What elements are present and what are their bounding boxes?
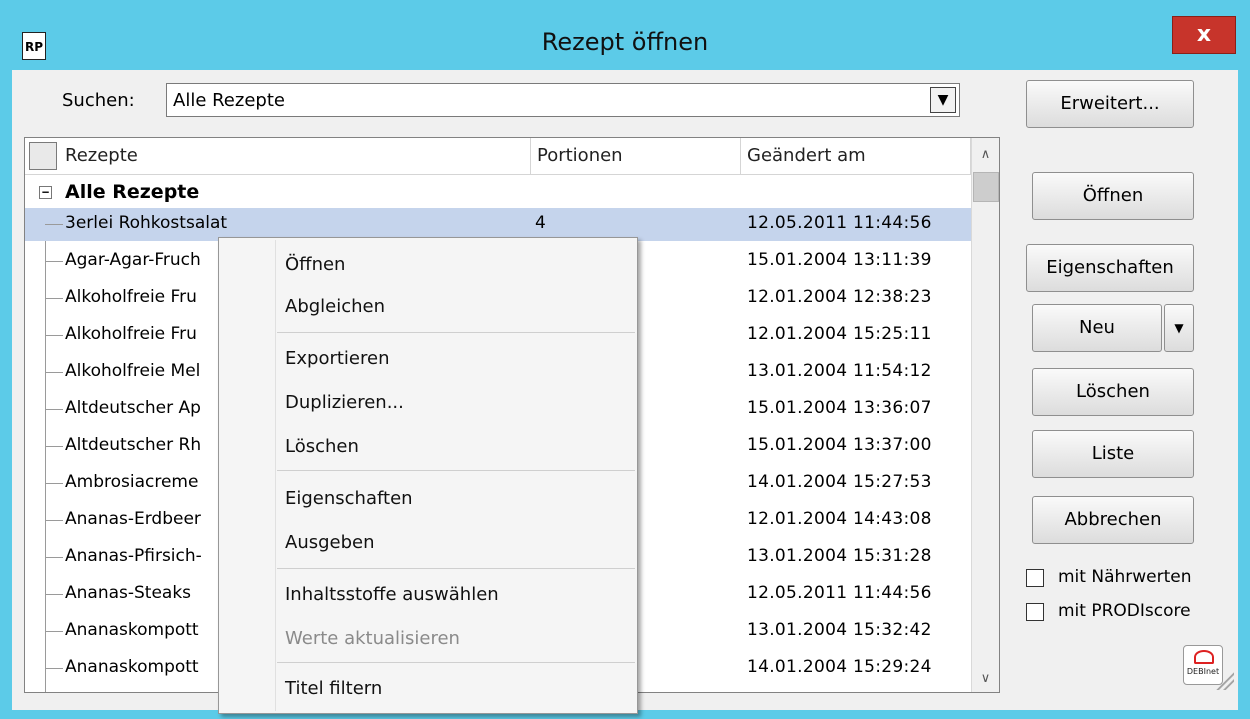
recipe-name: Ambrosiacreme bbox=[65, 472, 199, 492]
column-portions[interactable]: Portionen bbox=[531, 138, 741, 174]
scroll-down-icon[interactable]: ∨ bbox=[972, 666, 999, 692]
delete-button[interactable]: Löschen bbox=[1032, 368, 1194, 416]
recipe-name: Alkoholfreie Mel bbox=[65, 361, 201, 381]
tree-branch bbox=[45, 372, 63, 373]
recipe-portions: 4 bbox=[535, 213, 546, 233]
search-value: Alle Rezepte bbox=[173, 90, 285, 111]
tree-branch bbox=[45, 224, 63, 225]
tree-branch bbox=[45, 520, 63, 521]
prodiscore-checkbox[interactable] bbox=[1026, 603, 1044, 621]
recipe-changed: 12.01.2004 15:25:11 bbox=[747, 324, 932, 344]
search-label: Suchen: bbox=[62, 90, 135, 111]
title-bar[interactable]: RP Rezept öffnen x bbox=[0, 8, 1250, 70]
recipe-changed: 14.01.2004 15:29:24 bbox=[747, 657, 932, 677]
recipe-changed: 14.01.2004 15:27:53 bbox=[747, 472, 932, 492]
menu-item-duplicate[interactable]: Duplizieren... bbox=[285, 392, 404, 413]
tree-branch bbox=[45, 557, 63, 558]
select-all-checkbox[interactable] bbox=[29, 142, 57, 170]
recipe-name: Altdeutscher Ap bbox=[65, 398, 201, 418]
recipe-name: Ananas-Pfirsich- bbox=[65, 546, 202, 566]
recipe-changed: 15.01.2004 13:36:07 bbox=[747, 398, 932, 418]
chevron-down-icon: ▼ bbox=[1174, 321, 1184, 335]
properties-button[interactable]: Eigenschaften bbox=[1026, 244, 1194, 292]
nutrients-label: mit Nährwerten bbox=[1058, 567, 1192, 587]
menu-item-delete[interactable]: Löschen bbox=[285, 436, 359, 457]
tree-branch bbox=[45, 409, 63, 410]
tree-branch bbox=[45, 446, 63, 447]
group-row[interactable]: − Alle Rezepte bbox=[25, 178, 971, 208]
search-combobox[interactable]: Alle Rezepte ▼ bbox=[166, 83, 960, 117]
resize-grip[interactable] bbox=[1214, 670, 1234, 690]
new-button[interactable]: Neu bbox=[1032, 304, 1162, 352]
prodiscore-label: mit PRODIscore bbox=[1058, 601, 1191, 621]
collapse-icon[interactable]: − bbox=[39, 186, 52, 199]
recipe-name: Altdeutscher Rh bbox=[65, 435, 202, 455]
list-header: Rezepte Portionen Geändert am bbox=[25, 138, 971, 175]
recipe-name: Ananaskompott bbox=[65, 657, 199, 677]
menu-item-output[interactable]: Ausgeben bbox=[285, 532, 375, 553]
list-button[interactable]: Liste bbox=[1032, 430, 1194, 478]
recipe-changed: 15.01.2004 13:37:00 bbox=[747, 435, 932, 455]
recipe-changed: 12.05.2011 11:44:56 bbox=[747, 583, 932, 603]
recipe-name: Ananas-Steaks bbox=[65, 583, 192, 603]
recipe-changed: 15.01.2004 13:11:39 bbox=[747, 250, 932, 270]
recipe-changed: 13.01.2004 15:31:28 bbox=[747, 546, 932, 566]
context-menu: Öffnen Abgleichen Exportieren Dupliziere… bbox=[218, 237, 638, 714]
menu-separator bbox=[277, 470, 635, 471]
menu-gutter bbox=[275, 240, 276, 711]
tree-branch bbox=[45, 594, 63, 595]
menu-separator bbox=[277, 332, 635, 333]
new-dropdown-button[interactable]: ▼ bbox=[1164, 304, 1194, 352]
tree-branch bbox=[45, 261, 63, 262]
nutrients-checkbox[interactable] bbox=[1026, 569, 1044, 587]
tree-branch bbox=[45, 298, 63, 299]
vertical-scrollbar[interactable]: ∧ ∨ bbox=[971, 138, 999, 692]
menu-item-open[interactable]: Öffnen bbox=[285, 254, 345, 275]
menu-item-export[interactable]: Exportieren bbox=[285, 348, 389, 369]
column-recipes[interactable]: Rezepte bbox=[59, 138, 531, 174]
recipe-name: 3erlei Rohkostsalat bbox=[65, 213, 228, 233]
tree-branch bbox=[45, 631, 63, 632]
menu-item-reconcile[interactable]: Abgleichen bbox=[285, 296, 385, 317]
tree-branch bbox=[45, 483, 63, 484]
cancel-button[interactable]: Abbrechen bbox=[1032, 496, 1194, 544]
recipe-name: Agar-Agar-Fruch bbox=[65, 250, 201, 270]
group-label: Alle Rezepte bbox=[65, 181, 200, 203]
menu-item-select-ingredients[interactable]: Inhaltsstoffe auswählen bbox=[285, 584, 499, 605]
recipe-name: Ananaskompott bbox=[65, 620, 199, 640]
window-title: Rezept öffnen bbox=[541, 28, 709, 56]
tree-branch bbox=[45, 335, 63, 336]
menu-separator bbox=[277, 568, 635, 569]
menu-item-update-values: Werte aktualisieren bbox=[285, 628, 460, 649]
recipe-name: Ananas-Erdbeer bbox=[65, 509, 201, 529]
recipe-changed: 13.01.2004 11:54:12 bbox=[747, 361, 932, 381]
menu-item-filter-titles[interactable]: Titel filtern bbox=[285, 678, 382, 699]
column-changed[interactable]: Geändert am bbox=[741, 138, 971, 174]
chevron-down-icon[interactable]: ▼ bbox=[930, 87, 956, 113]
advanced-button[interactable]: Erweitert... bbox=[1026, 80, 1194, 128]
close-button[interactable]: x bbox=[1172, 16, 1236, 54]
recipe-name: Alkoholfreie Fru bbox=[65, 324, 197, 344]
scroll-thumb[interactable] bbox=[973, 172, 999, 202]
scroll-up-icon[interactable]: ∧ bbox=[972, 142, 999, 168]
logo-mark-icon bbox=[1194, 650, 1214, 664]
recipe-name: Alkoholfreie Fru bbox=[65, 287, 197, 307]
menu-item-properties[interactable]: Eigenschaften bbox=[285, 488, 413, 509]
dialog-window: RP Rezept öffnen x Suchen: Alle Rezepte … bbox=[0, 0, 1250, 714]
recipe-changed: 12.01.2004 12:38:23 bbox=[747, 287, 932, 307]
open-button[interactable]: Öffnen bbox=[1032, 172, 1194, 220]
tree-branch bbox=[45, 668, 63, 669]
recipe-changed: 13.01.2004 15:32:42 bbox=[747, 620, 932, 640]
recipe-changed: 12.01.2004 14:43:08 bbox=[747, 509, 932, 529]
menu-separator bbox=[277, 662, 635, 663]
recipe-changed: 12.05.2011 11:44:56 bbox=[747, 213, 932, 233]
